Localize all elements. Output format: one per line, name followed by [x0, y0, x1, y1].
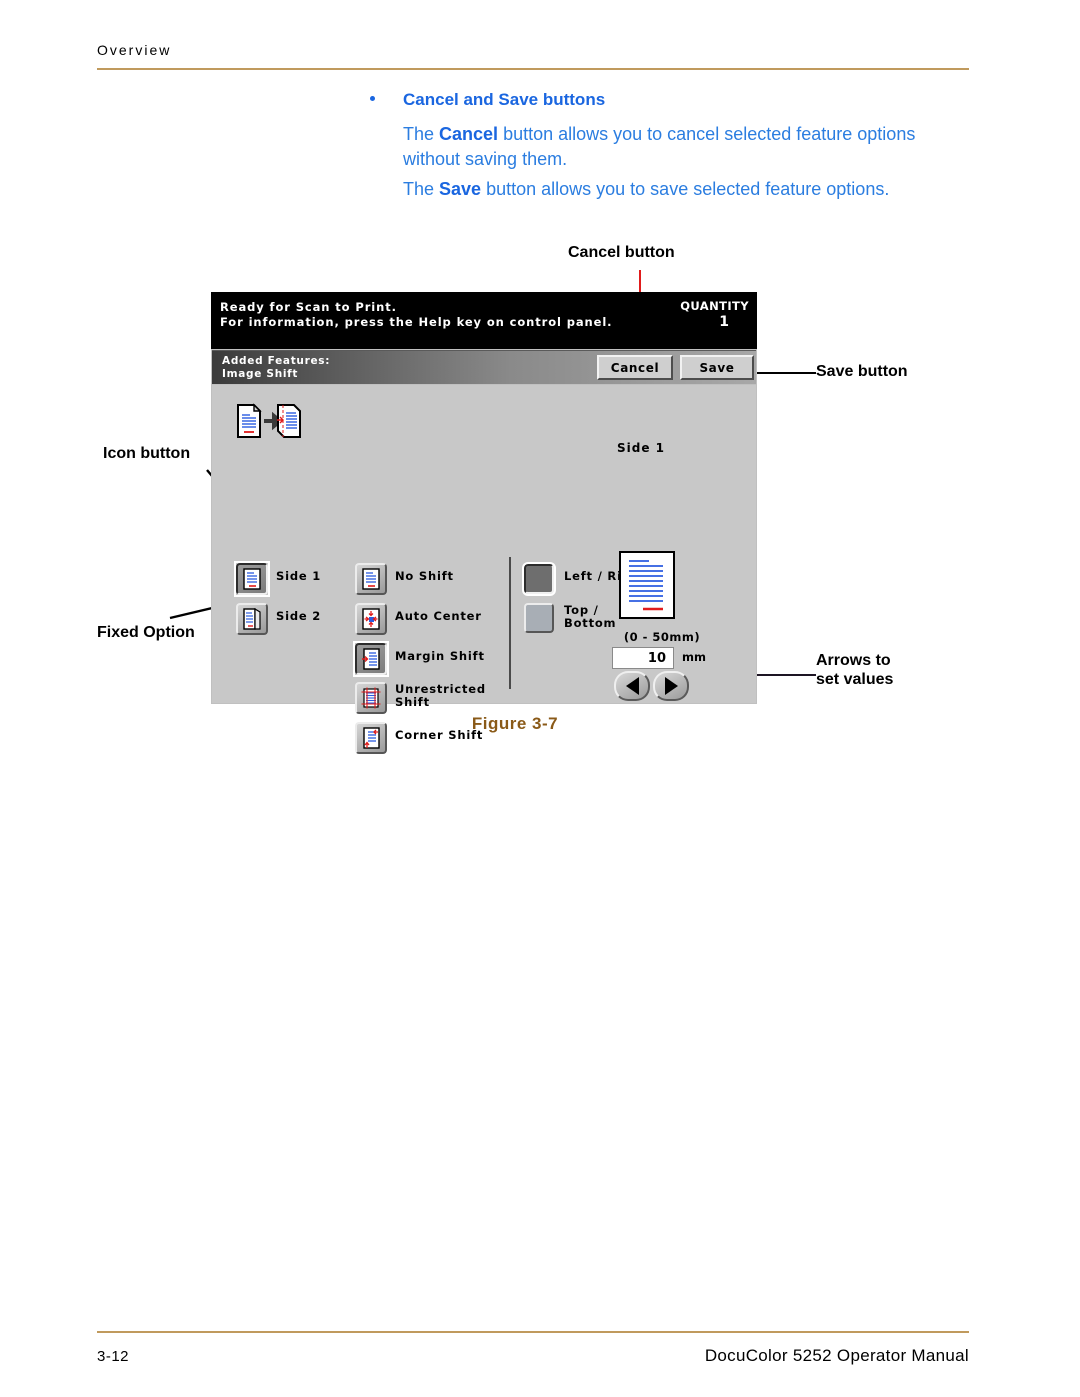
copier-touchscreen-panel: Ready for Scan to Print. For information…	[211, 292, 757, 754]
no-shift-button[interactable]	[355, 563, 387, 595]
value-range-label: (0 - 50mm)	[623, 630, 701, 644]
added-features-label: Added Features:	[222, 355, 331, 367]
side-2-button[interactable]	[236, 603, 268, 635]
unrestricted-shift-button[interactable]	[355, 682, 387, 714]
no-shift-label: No Shift	[395, 569, 454, 583]
annotation-arrows-to-set-values: Arrows to set values	[816, 651, 893, 689]
bullet-heading: Cancel and Save buttons	[403, 90, 606, 109]
column-divider	[509, 557, 511, 689]
paragraph-cancel-pre: The	[403, 124, 440, 144]
save-button[interactable]: Save	[680, 355, 754, 380]
unrestricted-shift-label-line2: Shift	[395, 695, 430, 709]
paragraph-save: The Save button allows you to save selec…	[403, 177, 963, 202]
footer-manual-title: DocuColor 5252 Operator Manual	[704, 1346, 969, 1365]
quantity-label: QUANTITY	[680, 299, 749, 313]
side-1-label: Side 1	[276, 569, 322, 583]
cancel-button[interactable]: Cancel	[597, 355, 673, 380]
bullet-dot-icon	[370, 96, 375, 101]
direction-column-heading: Side 1	[617, 441, 666, 455]
decrement-arrow-button[interactable]	[614, 671, 650, 701]
margin-shift-button[interactable]	[353, 641, 389, 677]
left-right-button[interactable]	[522, 562, 556, 596]
paragraph-save-post: button allows you to save selected featu…	[481, 179, 890, 199]
unrestricted-shift-icon	[355, 682, 387, 714]
paragraph-cancel-bold: Cancel	[439, 124, 499, 144]
top-bottom-label-line2: Bottom	[564, 616, 617, 630]
shift-value-field[interactable]: 10	[612, 647, 674, 669]
side-1-icon	[236, 563, 268, 595]
side-1-button[interactable]	[234, 561, 270, 597]
increment-arrow-button[interactable]	[653, 671, 689, 701]
annotation-fixed-option: Fixed Option	[97, 624, 195, 641]
margin-shift-icon	[355, 643, 387, 675]
no-shift-icon	[355, 563, 387, 595]
paragraph-cancel: The Cancel button allows you to cancel s…	[403, 122, 963, 172]
margin-shift-label: Margin Shift	[395, 649, 485, 663]
annotation-arrows-line2: set values	[816, 671, 894, 688]
auto-center-icon	[355, 603, 387, 635]
annotation-cancel-button: Cancel button	[568, 244, 675, 261]
right-arrow-icon	[664, 677, 678, 695]
header-rule	[97, 68, 969, 70]
added-features-toolbar: Added Features: Image Shift Cancel Save	[212, 350, 756, 384]
page-header: Overview	[97, 42, 969, 58]
top-bottom-button[interactable]	[524, 603, 554, 633]
footer-page-number: 3-12	[97, 1348, 130, 1365]
side-2-icon	[236, 603, 268, 635]
image-shift-feature-icon	[236, 403, 302, 443]
annotation-arrows-line1: Arrows to	[816, 652, 891, 669]
footer-rule	[97, 1331, 969, 1333]
annotation-icon-button: Icon button	[103, 445, 191, 462]
paragraph-save-pre: The	[403, 179, 440, 199]
figure-caption: Figure 3-7	[471, 714, 559, 733]
annotation-save-button: Save button	[816, 363, 908, 380]
status-area: Ready for Scan to Print. For information…	[211, 292, 757, 349]
auto-center-label: Auto Center	[395, 609, 482, 623]
unrestricted-shift-label: Unrestricted Shift	[395, 683, 486, 709]
status-line-2: For information, press the Help key on c…	[220, 315, 613, 329]
left-arrow-icon	[625, 677, 639, 695]
shift-preview-document	[619, 551, 675, 619]
page-title: Overview	[97, 42, 172, 58]
side-2-label: Side 2	[276, 609, 322, 623]
leader-line-save	[754, 372, 816, 374]
paragraph-save-bold: Save	[439, 179, 482, 199]
status-line-1: Ready for Scan to Print.	[220, 300, 397, 314]
top-bottom-label: Top / Bottom	[564, 604, 616, 630]
touchscreen-body: Side 1 Side 1 Side 2 No Shift Auto Cente…	[212, 385, 756, 754]
auto-center-button[interactable]	[355, 603, 387, 635]
quantity-value: 1	[719, 314, 729, 330]
shift-value-unit: mm	[682, 650, 706, 664]
feature-name: Image Shift	[222, 368, 299, 380]
